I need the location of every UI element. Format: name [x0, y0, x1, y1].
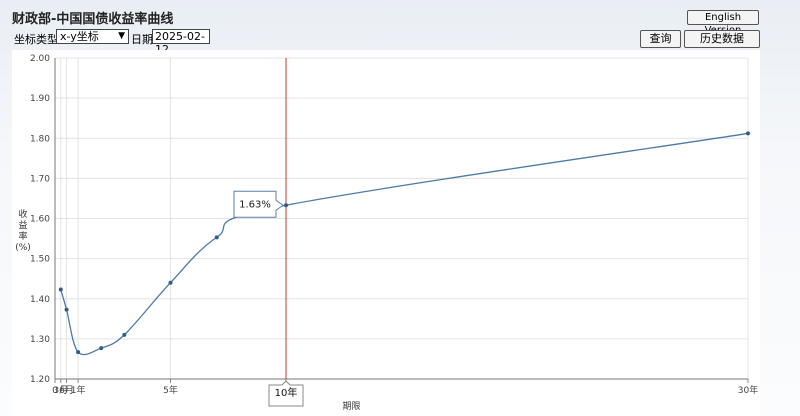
- data-point: [76, 350, 81, 355]
- data-point: [122, 332, 127, 337]
- data-point: [64, 307, 69, 312]
- data-point: [168, 280, 173, 285]
- y-axis-title-part: 收: [18, 208, 27, 220]
- y-tick-label: 1.20: [30, 375, 50, 385]
- data-point: [746, 131, 750, 136]
- y-tick-label: 2.00: [30, 54, 50, 64]
- y-axis-title-part: 率: [18, 230, 27, 242]
- x-tick-label: 5年: [163, 384, 178, 396]
- yield-curve-chart[interactable]: 1.201.301.401.501.601.701.801.902.0003月6…: [0, 0, 800, 416]
- y-axis-title-part: (%): [15, 243, 31, 253]
- y-axis-title-part: 益: [18, 219, 27, 231]
- y-tick-label: 1.40: [30, 295, 50, 305]
- y-tick-label: 1.90: [30, 94, 50, 104]
- y-tick-label: 1.80: [30, 134, 50, 144]
- data-point: [58, 287, 63, 292]
- x-axis-title: 期限: [342, 401, 360, 412]
- y-tick-label: 1.30: [30, 335, 50, 345]
- data-point: [99, 346, 104, 351]
- y-tick-label: 1.70: [30, 174, 50, 184]
- series-line: [60, 132, 749, 356]
- y-tick-label: 1.60: [30, 215, 50, 225]
- x-crosshair-label: 10年: [275, 386, 298, 399]
- data-point: [284, 203, 288, 208]
- x-tick-label: 30年: [738, 384, 758, 396]
- tooltip-value: 1.63%: [239, 199, 271, 210]
- y-tick-label: 1.50: [30, 255, 50, 265]
- data-point: [214, 235, 219, 240]
- x-tick-label: 1年: [71, 384, 86, 396]
